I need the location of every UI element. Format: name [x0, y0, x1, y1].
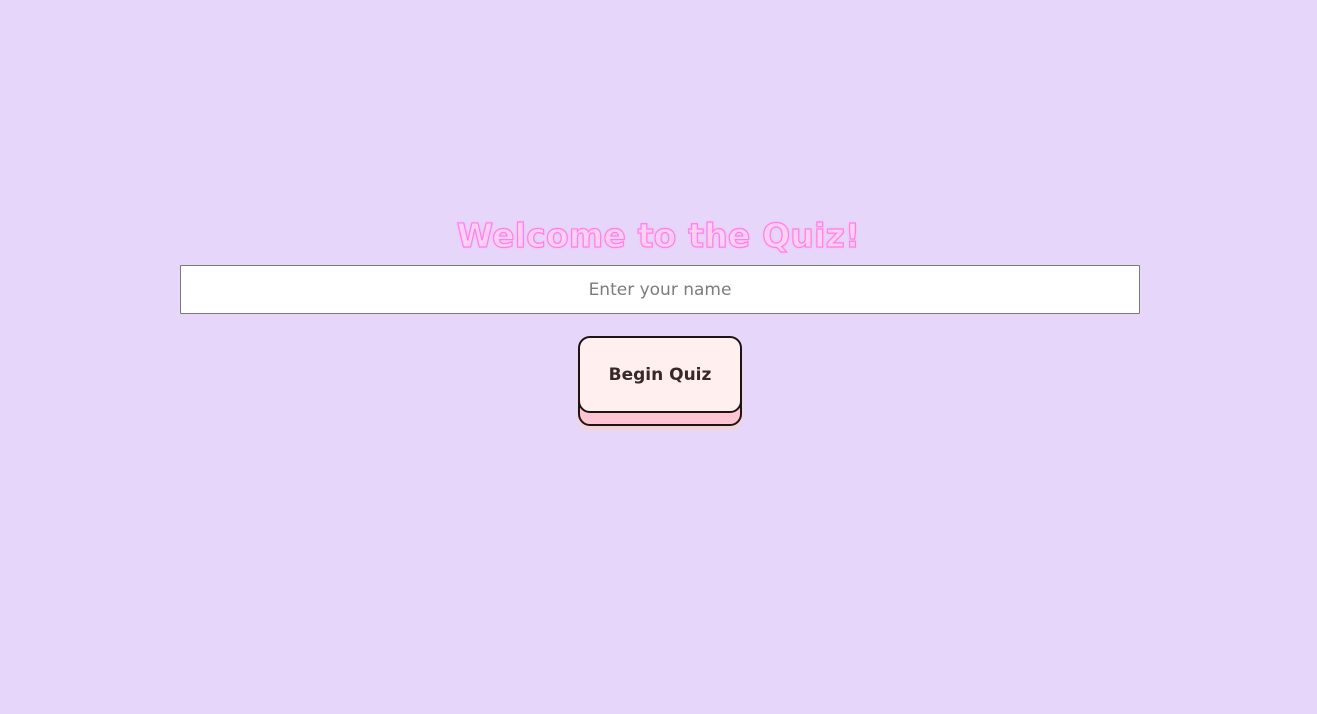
page-title: Welcome to the Quiz! [456, 215, 861, 255]
name-input[interactable] [180, 265, 1140, 314]
quiz-start-screen: Welcome to the Quiz! Begin Quiz [0, 0, 1317, 714]
begin-button-container: Begin Quiz [578, 336, 742, 432]
begin-quiz-button[interactable]: Begin Quiz [578, 336, 742, 413]
